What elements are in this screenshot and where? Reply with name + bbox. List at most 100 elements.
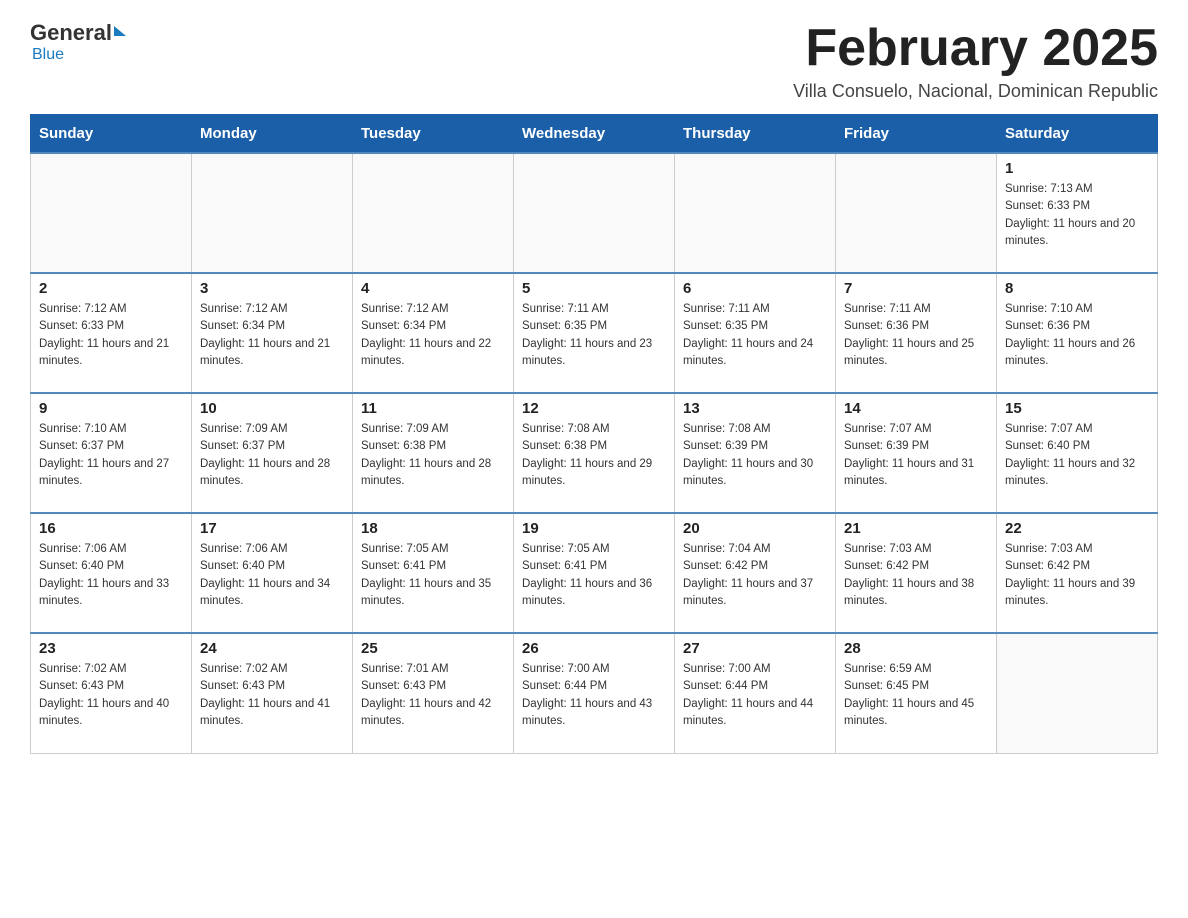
day-number: 10: [200, 400, 344, 417]
day-number: 7: [844, 280, 988, 297]
day-number: 11: [361, 400, 505, 417]
day-number: 6: [683, 280, 827, 297]
day-info: Sunrise: 7:05 AM Sunset: 6:41 PM Dayligh…: [361, 541, 505, 610]
calendar-day-cell: 7 Sunrise: 7:11 AM Sunset: 6:36 PM Daylig…: [836, 273, 997, 393]
day-number: 20: [683, 520, 827, 537]
calendar-day-cell: 22 Sunrise: 7:03 AM Sunset: 6:42 PM Dayli…: [997, 513, 1158, 633]
day-info: Sunrise: 7:02 AM Sunset: 6:43 PM Dayligh…: [200, 661, 344, 730]
calendar-day-cell: 2 Sunrise: 7:12 AM Sunset: 6:33 PM Daylig…: [31, 273, 192, 393]
day-info: Sunrise: 7:12 AM Sunset: 6:34 PM Dayligh…: [200, 301, 344, 370]
calendar-day-cell: 1 Sunrise: 7:13 AM Sunset: 6:33 PM Daylig…: [997, 153, 1158, 273]
calendar-week-row: 23 Sunrise: 7:02 AM Sunset: 6:43 PM Dayli…: [31, 633, 1158, 753]
calendar-day-cell: 27 Sunrise: 7:00 AM Sunset: 6:44 PM Dayli…: [675, 633, 836, 753]
day-info: Sunrise: 7:08 AM Sunset: 6:39 PM Dayligh…: [683, 421, 827, 490]
calendar-day-header: Tuesday: [353, 115, 514, 154]
day-number: 27: [683, 640, 827, 657]
day-info: Sunrise: 7:10 AM Sunset: 6:37 PM Dayligh…: [39, 421, 183, 490]
day-info: Sunrise: 7:09 AM Sunset: 6:37 PM Dayligh…: [200, 421, 344, 490]
calendar-day-cell: 19Sunrise: 7:05 AM Sunset: 6:41 PM Dayli…: [514, 513, 675, 633]
day-info: Sunrise: 7:00 AM Sunset: 6:44 PM Dayligh…: [522, 661, 666, 730]
day-info: Sunrise: 7:11 AM Sunset: 6:36 PM Dayligh…: [844, 301, 988, 370]
page-header: General Blue February 2025 Villa Consuel…: [30, 20, 1158, 102]
calendar-table: SundayMondayTuesdayWednesdayThursdayFrid…: [30, 114, 1158, 754]
day-info: Sunrise: 7:12 AM Sunset: 6:33 PM Dayligh…: [39, 301, 183, 370]
calendar-day-header: Thursday: [675, 115, 836, 154]
calendar-body: 1 Sunrise: 7:13 AM Sunset: 6:33 PM Daylig…: [31, 153, 1158, 753]
calendar-day-cell: [997, 633, 1158, 753]
day-number: 23: [39, 640, 183, 657]
day-info: Sunrise: 7:03 AM Sunset: 6:42 PM Dayligh…: [844, 541, 988, 610]
day-info: Sunrise: 7:07 AM Sunset: 6:39 PM Dayligh…: [844, 421, 988, 490]
day-info: Sunrise: 7:13 AM Sunset: 6:33 PM Dayligh…: [1005, 181, 1149, 250]
calendar-day-cell: [514, 153, 675, 273]
logo-blue-text: Blue: [32, 46, 64, 63]
day-info: Sunrise: 7:11 AM Sunset: 6:35 PM Dayligh…: [683, 301, 827, 370]
day-number: 15: [1005, 400, 1149, 417]
day-number: 3: [200, 280, 344, 297]
calendar-day-header: Wednesday: [514, 115, 675, 154]
day-info: Sunrise: 7:12 AM Sunset: 6:34 PM Dayligh…: [361, 301, 505, 370]
day-info: Sunrise: 7:00 AM Sunset: 6:44 PM Dayligh…: [683, 661, 827, 730]
calendar-header-row: SundayMondayTuesdayWednesdayThursdayFrid…: [31, 115, 1158, 154]
day-number: 17: [200, 520, 344, 537]
calendar-day-cell: [192, 153, 353, 273]
day-info: Sunrise: 7:06 AM Sunset: 6:40 PM Dayligh…: [39, 541, 183, 610]
calendar-day-cell: [353, 153, 514, 273]
calendar-day-header: Monday: [192, 115, 353, 154]
calendar-day-cell: 11 Sunrise: 7:09 AM Sunset: 6:38 PM Dayli…: [353, 393, 514, 513]
calendar-day-cell: 14 Sunrise: 7:07 AM Sunset: 6:39 PM Dayli…: [836, 393, 997, 513]
day-info: Sunrise: 7:08 AM Sunset: 6:38 PM Dayligh…: [522, 421, 666, 490]
day-info: Sunrise: 7:09 AM Sunset: 6:38 PM Dayligh…: [361, 421, 505, 490]
calendar-day-cell: 23Sunrise: 7:02 AM Sunset: 6:43 PM Dayli…: [31, 633, 192, 753]
calendar-day-header: Saturday: [997, 115, 1158, 154]
calendar-day-header: Friday: [836, 115, 997, 154]
calendar-day-cell: 10 Sunrise: 7:09 AM Sunset: 6:37 PM Dayli…: [192, 393, 353, 513]
day-number: 2: [39, 280, 183, 297]
calendar-day-cell: 25 Sunrise: 7:01 AM Sunset: 6:43 PM Dayli…: [353, 633, 514, 753]
calendar-day-cell: [675, 153, 836, 273]
calendar-week-row: 1 Sunrise: 7:13 AM Sunset: 6:33 PM Daylig…: [31, 153, 1158, 273]
day-info: Sunrise: 7:11 AM Sunset: 6:35 PM Dayligh…: [522, 301, 666, 370]
logo-triangle-icon: [114, 26, 126, 36]
day-info: Sunrise: 7:01 AM Sunset: 6:43 PM Dayligh…: [361, 661, 505, 730]
day-info: Sunrise: 7:10 AM Sunset: 6:36 PM Dayligh…: [1005, 301, 1149, 370]
calendar-day-cell: [31, 153, 192, 273]
day-info: Sunrise: 7:07 AM Sunset: 6:40 PM Dayligh…: [1005, 421, 1149, 490]
day-number: 5: [522, 280, 666, 297]
calendar-day-cell: 6 Sunrise: 7:11 AM Sunset: 6:35 PM Daylig…: [675, 273, 836, 393]
calendar-day-cell: 21Sunrise: 7:03 AM Sunset: 6:42 PM Dayli…: [836, 513, 997, 633]
calendar-day-cell: 18Sunrise: 7:05 AM Sunset: 6:41 PM Dayli…: [353, 513, 514, 633]
calendar-week-row: 9Sunrise: 7:10 AM Sunset: 6:37 PM Daylig…: [31, 393, 1158, 513]
day-number: 19: [522, 520, 666, 537]
calendar-day-header: Sunday: [31, 115, 192, 154]
day-number: 4: [361, 280, 505, 297]
calendar-day-cell: 24 Sunrise: 7:02 AM Sunset: 6:43 PM Dayli…: [192, 633, 353, 753]
title-block: February 2025 Villa Consuelo, Nacional, …: [793, 20, 1158, 102]
calendar-day-cell: 15 Sunrise: 7:07 AM Sunset: 6:40 PM Dayli…: [997, 393, 1158, 513]
calendar-week-row: 16 Sunrise: 7:06 AM Sunset: 6:40 PM Dayli…: [31, 513, 1158, 633]
calendar-day-cell: 4 Sunrise: 7:12 AM Sunset: 6:34 PM Daylig…: [353, 273, 514, 393]
day-info: Sunrise: 6:59 AM Sunset: 6:45 PM Dayligh…: [844, 661, 988, 730]
calendar-day-cell: 12Sunrise: 7:08 AM Sunset: 6:38 PM Dayli…: [514, 393, 675, 513]
calendar-day-cell: 26 Sunrise: 7:00 AM Sunset: 6:44 PM Dayli…: [514, 633, 675, 753]
day-number: 1: [1005, 160, 1149, 177]
day-number: 14: [844, 400, 988, 417]
calendar-day-cell: 17Sunrise: 7:06 AM Sunset: 6:40 PM Dayli…: [192, 513, 353, 633]
day-number: 24: [200, 640, 344, 657]
day-number: 22: [1005, 520, 1149, 537]
main-title: February 2025: [793, 20, 1158, 77]
day-number: 28: [844, 640, 988, 657]
day-info: Sunrise: 7:03 AM Sunset: 6:42 PM Dayligh…: [1005, 541, 1149, 610]
day-number: 25: [361, 640, 505, 657]
calendar-week-row: 2 Sunrise: 7:12 AM Sunset: 6:33 PM Daylig…: [31, 273, 1158, 393]
calendar-day-cell: 9Sunrise: 7:10 AM Sunset: 6:37 PM Daylig…: [31, 393, 192, 513]
location-subtitle: Villa Consuelo, Nacional, Dominican Repu…: [793, 81, 1158, 102]
day-number: 16: [39, 520, 183, 537]
calendar-header: SundayMondayTuesdayWednesdayThursdayFrid…: [31, 115, 1158, 154]
logo: General Blue: [30, 20, 126, 64]
logo-general-text: General: [30, 20, 112, 46]
day-number: 26: [522, 640, 666, 657]
calendar-day-cell: 3 Sunrise: 7:12 AM Sunset: 6:34 PM Daylig…: [192, 273, 353, 393]
day-info: Sunrise: 7:04 AM Sunset: 6:42 PM Dayligh…: [683, 541, 827, 610]
calendar-day-cell: 13Sunrise: 7:08 AM Sunset: 6:39 PM Dayli…: [675, 393, 836, 513]
